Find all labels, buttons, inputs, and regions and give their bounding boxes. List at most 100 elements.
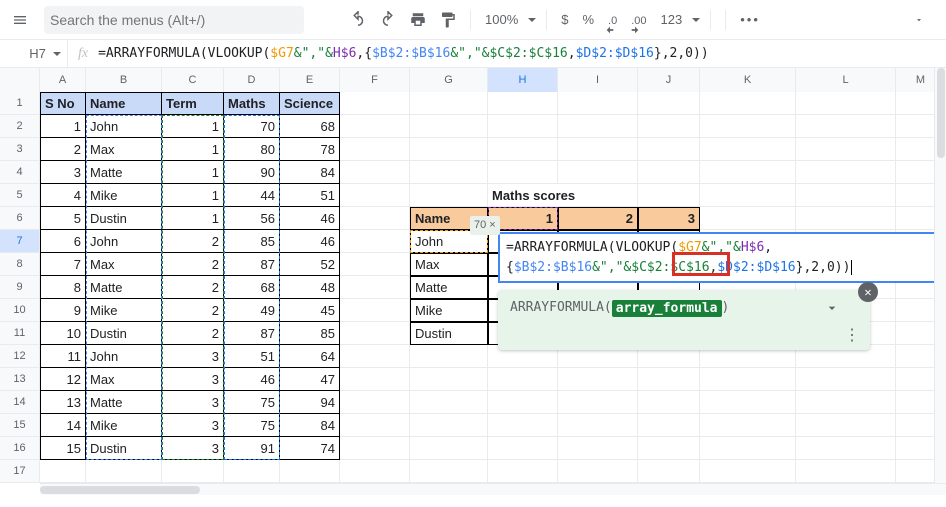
menu-icon[interactable] [8, 8, 32, 32]
cell[interactable] [410, 391, 488, 414]
cell[interactable]: Science [280, 92, 340, 115]
cell[interactable] [638, 368, 700, 391]
cell[interactable] [488, 437, 558, 460]
col-header-F[interactable]: F [340, 68, 410, 92]
cell[interactable] [410, 184, 488, 207]
cell[interactable] [796, 92, 896, 115]
col-header-H[interactable]: H [488, 68, 558, 92]
cell[interactable]: 90 [224, 161, 280, 184]
cell[interactable]: 8 [40, 276, 86, 299]
col-header-L[interactable]: L [796, 68, 896, 92]
col-header-I[interactable]: I [558, 68, 638, 92]
cell[interactable]: 2 [40, 138, 86, 161]
cell[interactable] [340, 322, 410, 345]
cell[interactable] [340, 115, 410, 138]
cell[interactable]: 84 [280, 414, 340, 437]
vertical-scrollbar[interactable] [934, 68, 946, 483]
cell[interactable] [340, 414, 410, 437]
cell[interactable] [700, 368, 796, 391]
cell[interactable]: 14 [40, 414, 86, 437]
cell[interactable] [340, 253, 410, 276]
cell[interactable] [410, 161, 488, 184]
zoom-level[interactable]: 100% [481, 12, 536, 27]
cell[interactable]: Max [86, 253, 162, 276]
cell[interactable]: 47 [280, 368, 340, 391]
col-header-J[interactable]: J [638, 68, 700, 92]
cell[interactable] [638, 184, 700, 207]
row-header-13[interactable]: 13 [0, 368, 40, 391]
row-header-5[interactable]: 5 [0, 184, 40, 207]
expand-toolbar-icon[interactable] [914, 8, 938, 32]
cell[interactable] [410, 138, 488, 161]
cell[interactable] [410, 92, 488, 115]
cell[interactable]: 13 [40, 391, 86, 414]
cell[interactable] [558, 437, 638, 460]
cell[interactable]: 3 [162, 391, 224, 414]
cell[interactable] [340, 345, 410, 368]
cell[interactable]: 9 [40, 299, 86, 322]
cell[interactable] [796, 207, 896, 230]
cell[interactable]: 2 [162, 276, 224, 299]
cell[interactable] [488, 161, 558, 184]
row-header-1[interactable]: 1 [0, 92, 40, 115]
cell[interactable]: Max [410, 253, 488, 276]
cell[interactable]: 2 [162, 253, 224, 276]
cell[interactable] [224, 460, 280, 483]
row-header-14[interactable]: 14 [0, 391, 40, 414]
cell[interactable]: Maths [224, 92, 280, 115]
cell[interactable] [558, 460, 638, 483]
cell[interactable] [488, 92, 558, 115]
cell[interactable]: 10 [40, 322, 86, 345]
cell[interactable] [410, 460, 488, 483]
cell[interactable] [488, 391, 558, 414]
cell[interactable] [700, 138, 796, 161]
cell[interactable] [558, 138, 638, 161]
cell[interactable]: John [86, 115, 162, 138]
cell[interactable] [638, 138, 700, 161]
cell[interactable] [488, 368, 558, 391]
cell[interactable]: 4 [40, 184, 86, 207]
cell[interactable] [558, 368, 638, 391]
cell[interactable] [796, 368, 896, 391]
row-header-3[interactable]: 3 [0, 138, 40, 161]
col-header-G[interactable]: G [410, 68, 488, 92]
col-header-B[interactable]: B [86, 68, 162, 92]
row-header-15[interactable]: 15 [0, 414, 40, 437]
cell[interactable] [796, 115, 896, 138]
cell[interactable] [558, 161, 638, 184]
cell[interactable]: 1 [162, 161, 224, 184]
more-toolbar[interactable]: ••• [736, 12, 764, 27]
cell[interactable]: 48 [280, 276, 340, 299]
cell[interactable] [86, 460, 162, 483]
cell[interactable]: 94 [280, 391, 340, 414]
cell[interactable]: 51 [224, 345, 280, 368]
cell[interactable]: 70 [224, 115, 280, 138]
cell[interactable] [638, 437, 700, 460]
cell[interactable] [340, 207, 410, 230]
row-header-17[interactable]: 17 [0, 460, 40, 483]
col-header-K[interactable]: K [700, 68, 796, 92]
col-header-A[interactable]: A [40, 68, 86, 92]
increase-decimal[interactable]: .00 [627, 12, 650, 27]
cell[interactable] [488, 138, 558, 161]
cell[interactable]: Matte [410, 276, 488, 299]
cell[interactable]: Max [86, 138, 162, 161]
cell[interactable]: 7 [40, 253, 86, 276]
cell[interactable] [340, 391, 410, 414]
row-header-9[interactable]: 9 [0, 276, 40, 299]
cell[interactable]: John [86, 345, 162, 368]
cell[interactable]: Mike [86, 184, 162, 207]
cell[interactable] [340, 276, 410, 299]
cell[interactable] [558, 92, 638, 115]
name-box[interactable]: H7 [8, 40, 68, 67]
col-header-D[interactable]: D [224, 68, 280, 92]
row-header-11[interactable]: 11 [0, 322, 40, 345]
cell[interactable]: 1 [162, 115, 224, 138]
cell[interactable]: 3 [638, 207, 700, 230]
cell[interactable] [796, 437, 896, 460]
cell[interactable]: Mike [86, 414, 162, 437]
cell[interactable]: Max [86, 368, 162, 391]
row-header-7[interactable]: 7 [0, 230, 40, 253]
cell[interactable]: Dustin [86, 437, 162, 460]
cell[interactable]: 78 [280, 138, 340, 161]
